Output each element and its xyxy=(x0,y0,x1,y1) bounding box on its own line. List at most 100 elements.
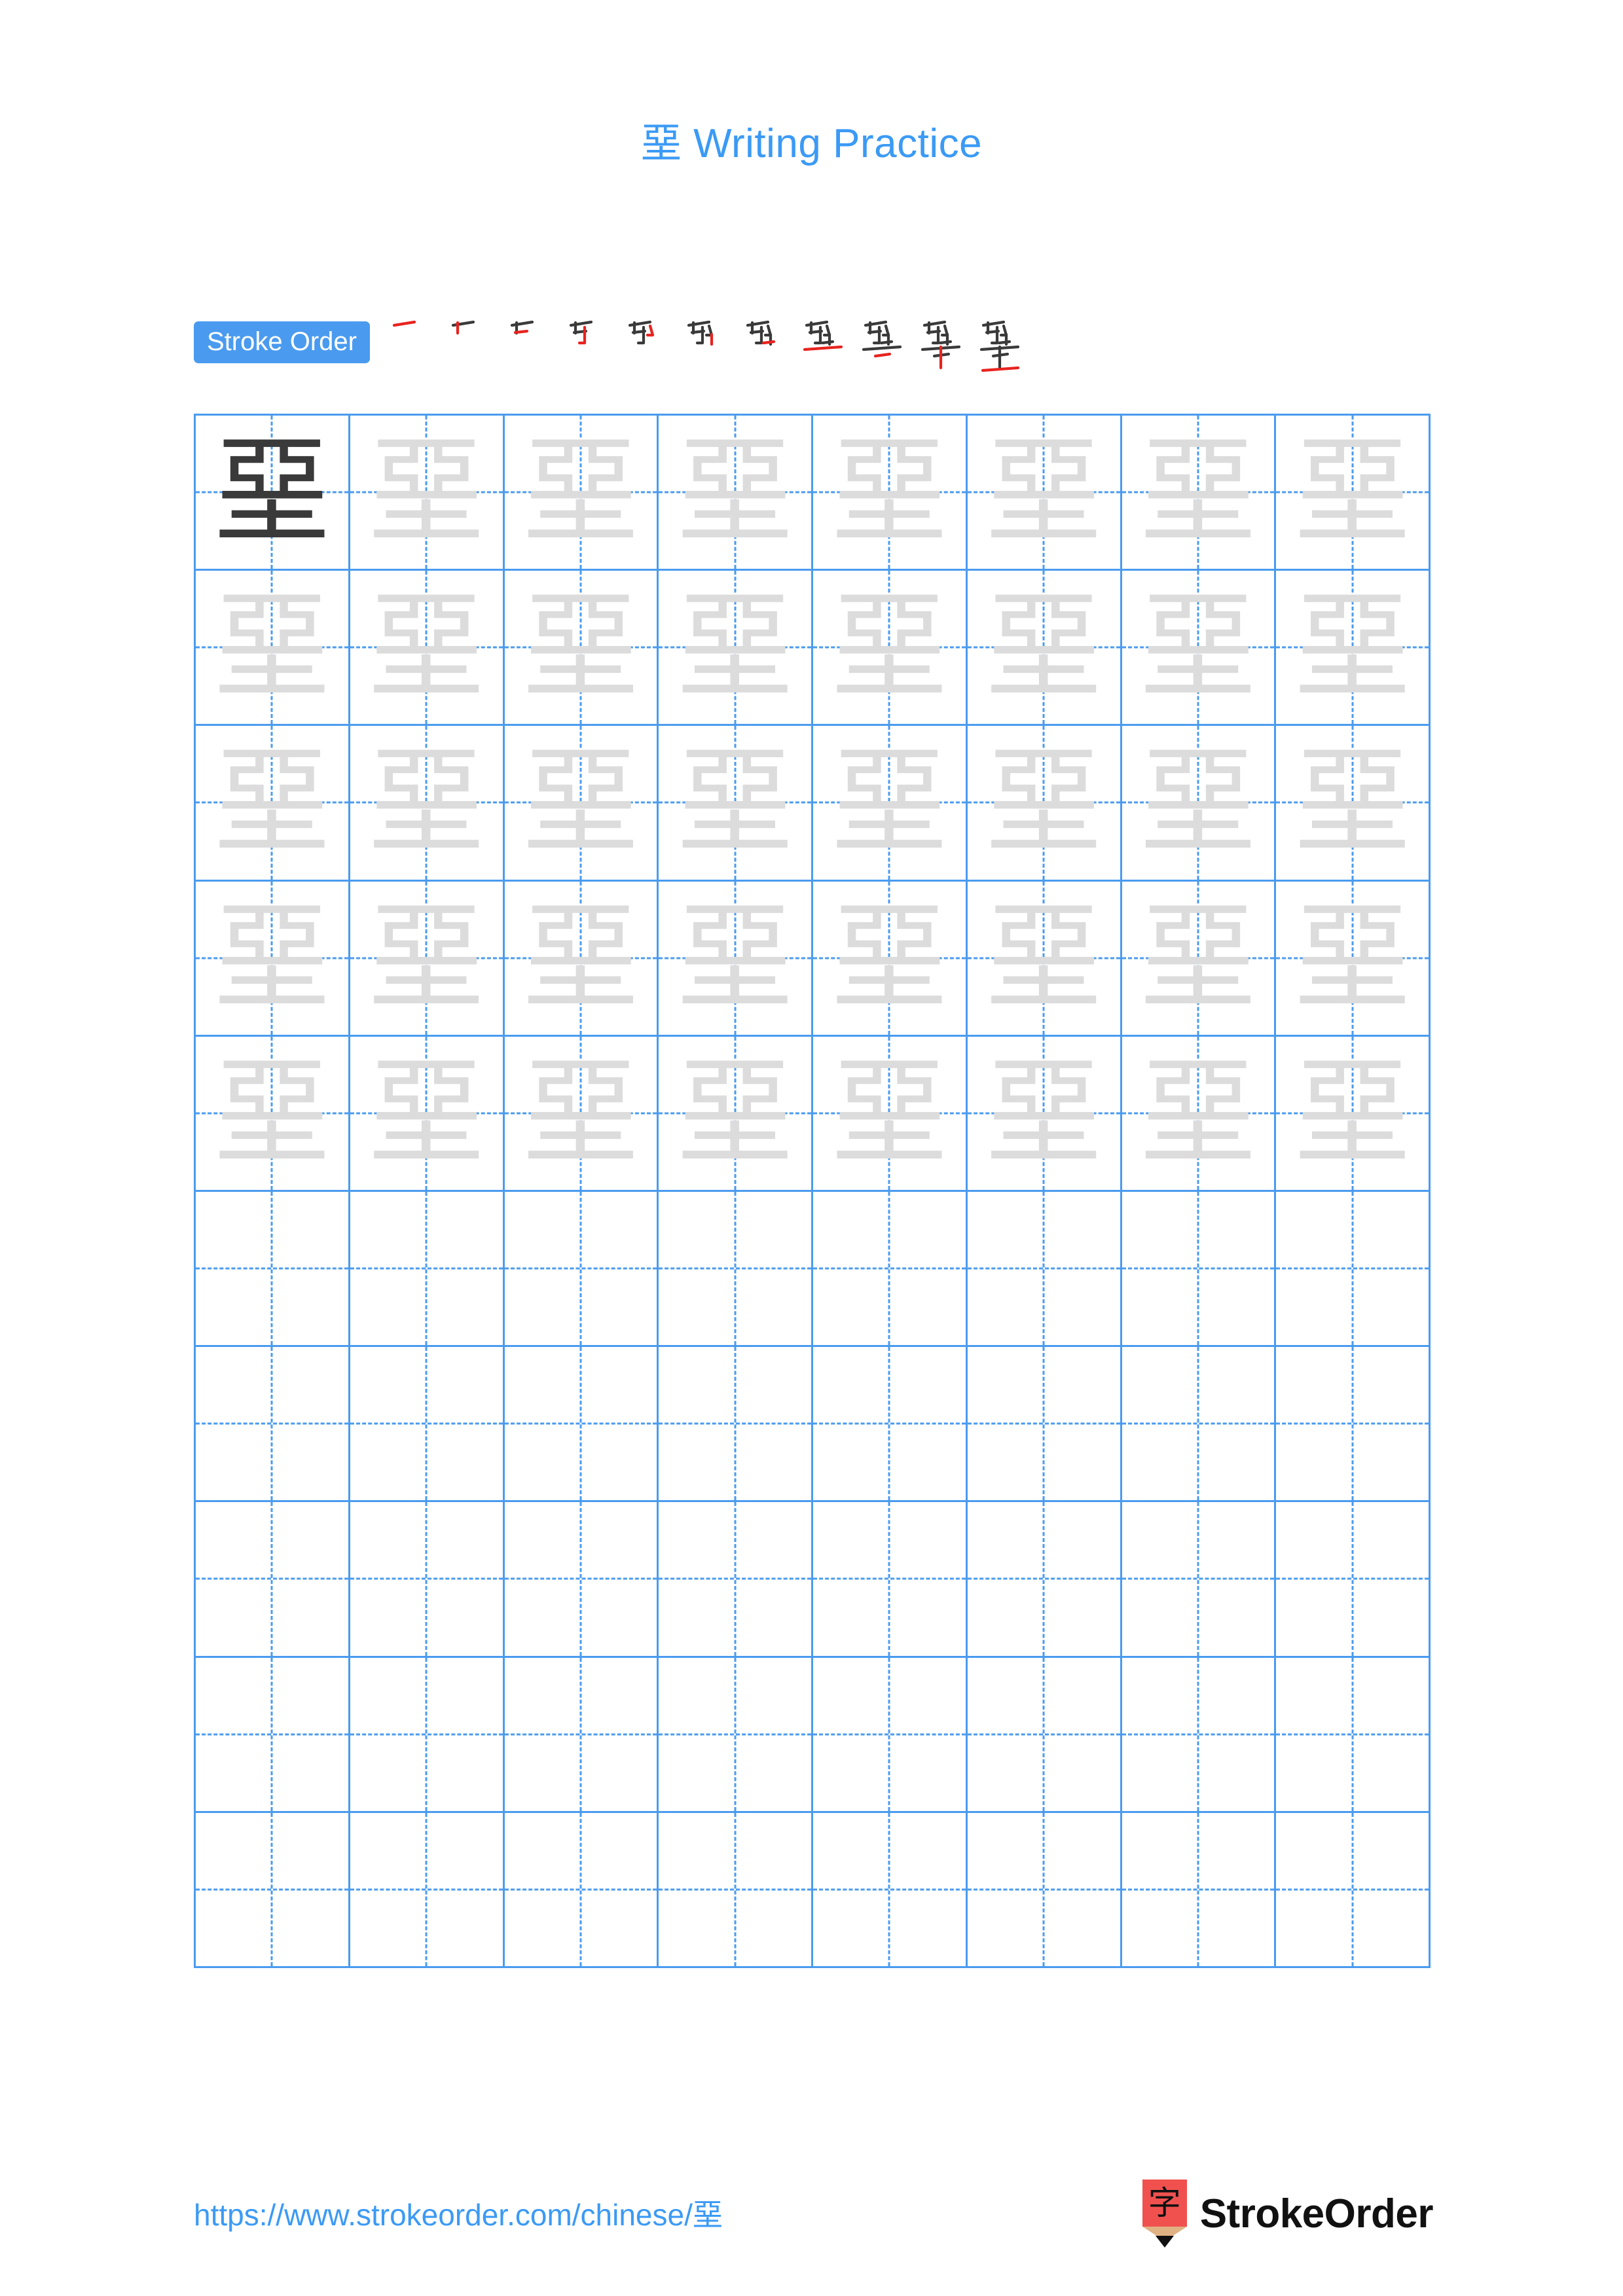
practice-cell-empty[interactable] xyxy=(504,1502,659,1658)
practice-cell-empty[interactable] xyxy=(196,1502,350,1658)
practice-cell-trace[interactable]: 堊 xyxy=(350,416,505,571)
practice-cell-empty[interactable] xyxy=(967,1657,1122,1813)
practice-cell-model[interactable]: 堊 xyxy=(196,416,350,571)
practice-cell-trace[interactable]: 堊 xyxy=(1276,726,1431,882)
practice-cell-trace[interactable]: 堊 xyxy=(967,881,1122,1037)
practice-cell-trace[interactable]: 堊 xyxy=(196,571,350,726)
cell-horizontal-guide xyxy=(1122,1733,1275,1736)
practice-cell-trace[interactable]: 堊 xyxy=(813,571,968,726)
practice-cell-empty[interactable] xyxy=(659,1347,813,1503)
practice-cell-empty[interactable] xyxy=(1122,1347,1277,1503)
practice-cell-empty[interactable] xyxy=(350,1191,505,1348)
cell-character: 堊 xyxy=(986,890,1102,1025)
cell-horizontal-guide xyxy=(659,1267,811,1270)
cell-character: 堊 xyxy=(1140,890,1256,1025)
practice-cell-trace[interactable]: 堊 xyxy=(350,571,505,726)
practice-cell-trace[interactable]: 堊 xyxy=(813,881,968,1037)
stroke-order-step xyxy=(565,313,613,378)
stroke-order-badge: Stroke Order xyxy=(194,321,370,363)
practice-cell-trace[interactable]: 堊 xyxy=(1276,1036,1431,1192)
practice-cell-empty[interactable] xyxy=(1122,1812,1277,1968)
practice-cell-trace[interactable]: 堊 xyxy=(504,571,659,726)
practice-cell-trace[interactable]: 堊 xyxy=(196,1036,350,1192)
practice-cell-empty[interactable] xyxy=(813,1657,968,1813)
practice-cell-trace[interactable]: 堊 xyxy=(1276,416,1431,571)
practice-cell-empty[interactable] xyxy=(813,1812,968,1968)
practice-cell-trace[interactable]: 堊 xyxy=(659,1036,813,1192)
practice-cell-trace[interactable]: 堊 xyxy=(350,881,505,1037)
practice-cell-trace[interactable]: 堊 xyxy=(1122,416,1277,571)
cell-character: 堊 xyxy=(831,1045,947,1180)
practice-cell-empty[interactable] xyxy=(1276,1812,1431,1968)
practice-cell-empty[interactable] xyxy=(659,1191,813,1348)
practice-cell-empty[interactable] xyxy=(504,1812,659,1968)
practice-cell-empty[interactable] xyxy=(813,1502,968,1658)
practice-cell-trace[interactable]: 堊 xyxy=(967,571,1122,726)
stroke-order-step xyxy=(683,313,731,378)
cell-character: 堊 xyxy=(986,1045,1102,1180)
practice-cell-empty[interactable] xyxy=(504,1191,659,1348)
practice-cell-trace[interactable]: 堊 xyxy=(1122,881,1277,1037)
practice-cell-empty[interactable] xyxy=(1122,1502,1277,1658)
practice-cell-trace[interactable]: 堊 xyxy=(1122,726,1277,882)
practice-cell-trace[interactable]: 堊 xyxy=(967,416,1122,571)
brand-logo[interactable]: 字 StrokeOrder xyxy=(1142,2179,1434,2248)
practice-cell-trace[interactable]: 堊 xyxy=(659,416,813,571)
practice-cell-empty[interactable] xyxy=(813,1347,968,1503)
practice-cell-trace[interactable]: 堊 xyxy=(504,416,659,571)
practice-cell-empty[interactable] xyxy=(1122,1191,1277,1348)
practice-cell-trace[interactable]: 堊 xyxy=(196,881,350,1037)
practice-cell-trace[interactable]: 堊 xyxy=(967,726,1122,882)
practice-cell-empty[interactable] xyxy=(1276,1657,1431,1813)
cell-horizontal-guide xyxy=(1122,1422,1275,1425)
practice-cell-trace[interactable]: 堊 xyxy=(1122,1036,1277,1192)
practice-cell-empty[interactable] xyxy=(1276,1502,1431,1658)
cell-horizontal-guide xyxy=(504,1888,657,1891)
practice-cell-empty[interactable] xyxy=(504,1347,659,1503)
practice-cell-trace[interactable]: 堊 xyxy=(1276,881,1431,1037)
practice-cell-empty[interactable] xyxy=(350,1502,505,1658)
practice-cell-empty[interactable] xyxy=(196,1657,350,1813)
practice-cell-empty[interactable] xyxy=(196,1347,350,1503)
practice-cell-empty[interactable] xyxy=(967,1812,1122,1968)
practice-cell-trace[interactable]: 堊 xyxy=(659,571,813,726)
practice-cell-trace[interactable]: 堊 xyxy=(967,1036,1122,1192)
practice-cell-empty[interactable] xyxy=(1276,1191,1431,1348)
cell-horizontal-guide xyxy=(350,1267,503,1270)
practice-cell-empty[interactable] xyxy=(659,1502,813,1658)
practice-cell-empty[interactable] xyxy=(350,1657,505,1813)
source-url-link[interactable]: https://www.strokeorder.com/chinese/堊 xyxy=(194,2191,723,2234)
practice-cell-trace[interactable]: 堊 xyxy=(1122,571,1277,726)
practice-cell-trace[interactable]: 堊 xyxy=(813,726,968,882)
practice-cell-empty[interactable] xyxy=(813,1191,968,1348)
practice-cell-empty[interactable] xyxy=(967,1502,1122,1658)
practice-cell-trace[interactable]: 堊 xyxy=(504,881,659,1037)
practice-cell-trace[interactable]: 堊 xyxy=(813,416,968,571)
practice-cell-trace[interactable]: 堊 xyxy=(196,726,350,882)
practice-cell-empty[interactable] xyxy=(350,1347,505,1503)
cell-horizontal-guide xyxy=(196,1267,348,1270)
stroke-order-step-list xyxy=(388,306,1433,378)
practice-cell-trace[interactable]: 堊 xyxy=(504,1036,659,1192)
practice-cell-empty[interactable] xyxy=(659,1657,813,1813)
stroke-order-step xyxy=(624,313,672,378)
practice-cell-trace[interactable]: 堊 xyxy=(350,1036,505,1192)
practice-cell-empty[interactable] xyxy=(196,1191,350,1348)
practice-cell-trace[interactable]: 堊 xyxy=(504,726,659,882)
practice-cell-trace[interactable]: 堊 xyxy=(1276,571,1431,726)
stroke-order-step xyxy=(860,313,908,378)
practice-cell-empty[interactable] xyxy=(967,1347,1122,1503)
practice-cell-empty[interactable] xyxy=(196,1812,350,1968)
practice-cell-empty[interactable] xyxy=(1122,1657,1277,1813)
cell-character: 堊 xyxy=(1294,425,1410,560)
practice-cell-empty[interactable] xyxy=(1276,1347,1431,1503)
practice-cell-trace[interactable]: 堊 xyxy=(659,881,813,1037)
practice-cell-trace[interactable]: 堊 xyxy=(350,726,505,882)
practice-cell-empty[interactable] xyxy=(967,1191,1122,1348)
practice-cell-empty[interactable] xyxy=(504,1657,659,1813)
practice-cell-trace[interactable]: 堊 xyxy=(659,726,813,882)
practice-cell-trace[interactable]: 堊 xyxy=(813,1036,968,1192)
practice-cell-empty[interactable] xyxy=(659,1812,813,1968)
practice-cell-empty[interactable] xyxy=(350,1812,505,1968)
cell-character: 堊 xyxy=(214,1045,330,1180)
